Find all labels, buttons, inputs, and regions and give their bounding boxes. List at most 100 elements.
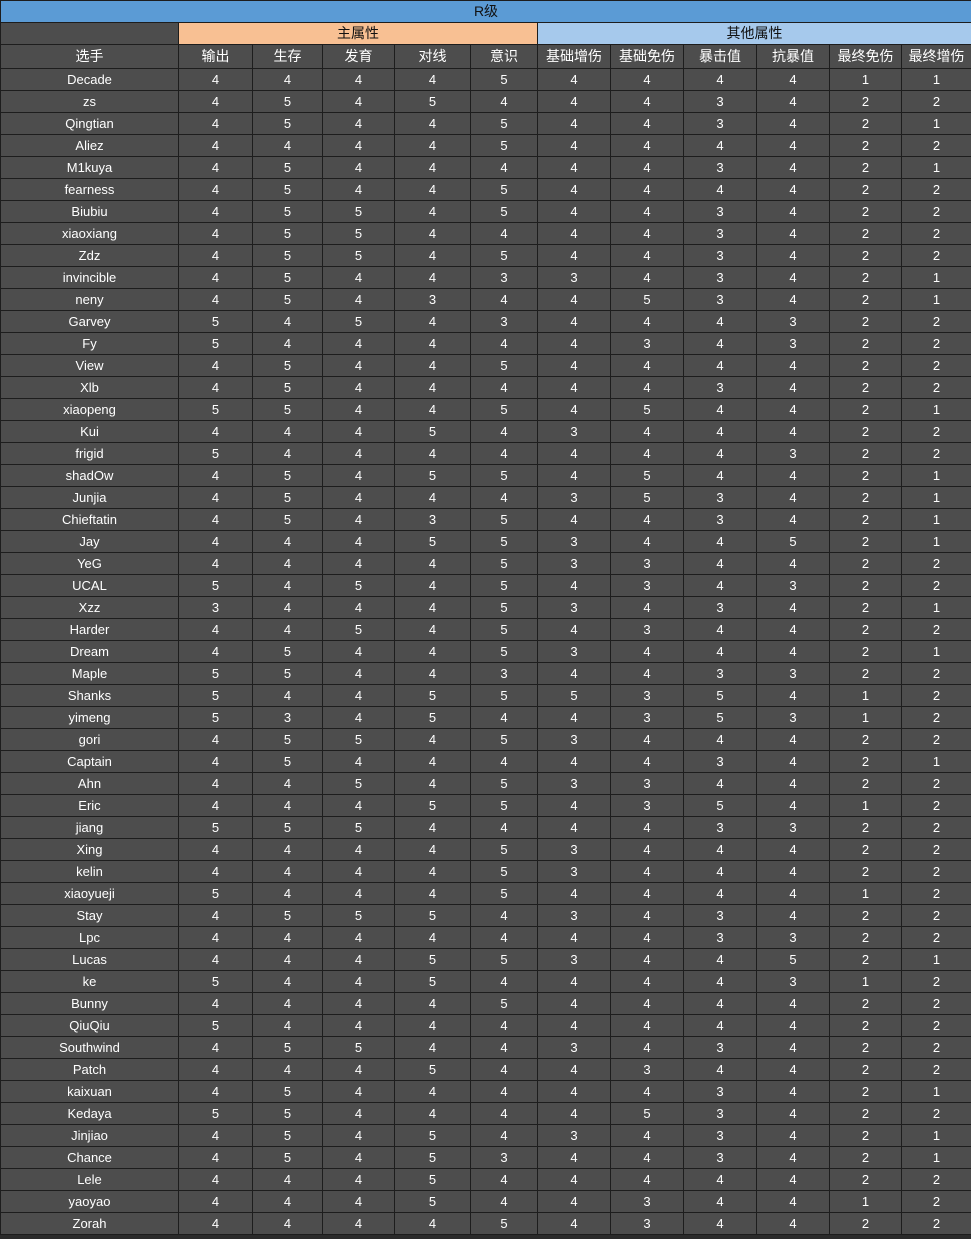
attribute-value-cell: 3	[610, 706, 684, 729]
attribute-value-cell: 5	[322, 772, 395, 795]
attribute-value-cell: 2	[829, 530, 902, 553]
attribute-value-cell: 3	[537, 596, 611, 619]
attribute-value-cell: 4	[683, 442, 757, 465]
attribute-value-cell: 5	[178, 706, 253, 729]
attribute-value-cell: 4	[537, 464, 611, 487]
attribute-value-cell: 3	[683, 662, 757, 685]
attribute-value-cell: 1	[901, 486, 971, 509]
attribute-value-cell: 5	[470, 112, 538, 135]
attribute-value-cell: 3	[537, 948, 611, 971]
table-row: Garvey 5 4 5 4 3 4 4 4 3 2 2	[0, 310, 971, 333]
attribute-value-cell: 2	[829, 486, 902, 509]
attribute-value-cell: 4	[610, 134, 684, 157]
attribute-value-cell: 4	[470, 442, 538, 465]
attribute-value-cell: 4	[537, 992, 611, 1015]
attribute-value-cell: 4	[322, 332, 395, 355]
attribute-value-cell: 3	[610, 684, 684, 707]
attribute-value-cell: 4	[394, 134, 471, 157]
attribute-value-cell: 4	[756, 1146, 830, 1169]
attribute-value-cell: 2	[829, 1212, 902, 1235]
attribute-value-cell: 4	[394, 442, 471, 465]
attribute-value-cell: 5	[394, 530, 471, 553]
attribute-value-cell: 3	[537, 1124, 611, 1147]
player-name-cell: Bunny	[0, 992, 179, 1015]
attribute-value-cell: 3	[683, 1146, 757, 1169]
attribute-value-cell: 4	[252, 596, 323, 619]
attribute-value-cell: 5	[683, 794, 757, 817]
attribute-value-cell: 2	[901, 904, 971, 927]
attribute-value-cell: 3	[683, 376, 757, 399]
attribute-value-cell: 4	[394, 222, 471, 245]
player-name-cell: Decade	[0, 68, 179, 91]
attribute-value-cell: 2	[829, 1102, 902, 1125]
attribute-value-cell: 4	[470, 904, 538, 927]
column-header-survival: 生存	[252, 44, 323, 69]
attribute-value-cell: 4	[470, 750, 538, 773]
table-row: Maple 5 5 4 4 3 4 4 3 3 2 2	[0, 662, 971, 685]
attribute-value-cell: 3	[756, 662, 830, 685]
attribute-value-cell: 5	[470, 838, 538, 861]
player-name-cell: zs	[0, 90, 179, 113]
attribute-value-cell: 4	[322, 662, 395, 685]
attribute-value-cell: 5	[252, 354, 323, 377]
player-name-cell: View	[0, 354, 179, 377]
attribute-value-cell: 4	[178, 1080, 253, 1103]
attribute-value-cell: 4	[470, 926, 538, 949]
attribute-value-cell: 4	[252, 134, 323, 157]
attribute-value-cell: 5	[470, 134, 538, 157]
attribute-value-cell: 5	[178, 882, 253, 905]
attribute-value-cell: 2	[901, 310, 971, 333]
attribute-value-cell: 5	[470, 794, 538, 817]
attribute-value-cell: 5	[470, 772, 538, 795]
attribute-value-cell: 4	[683, 640, 757, 663]
attribute-value-cell: 3	[610, 1212, 684, 1235]
attribute-value-cell: 4	[470, 1190, 538, 1213]
attribute-value-cell: 4	[322, 508, 395, 531]
attribute-value-cell: 3	[537, 552, 611, 575]
table-row: Captain 4 5 4 4 4 4 4 3 4 2 1	[0, 750, 971, 773]
attribute-value-cell: 2	[829, 838, 902, 861]
attribute-value-cell: 4	[756, 552, 830, 575]
attribute-value-cell: 2	[829, 596, 902, 619]
attribute-value-cell: 1	[901, 508, 971, 531]
attribute-value-cell: 4	[470, 156, 538, 179]
attribute-value-cell: 4	[610, 1080, 684, 1103]
attribute-value-cell: 5	[252, 1036, 323, 1059]
player-name-cell: fearness	[0, 178, 179, 201]
attribute-value-cell: 2	[829, 244, 902, 267]
attribute-value-cell: 4	[178, 508, 253, 531]
attribute-value-cell: 4	[683, 354, 757, 377]
attribute-value-cell: 2	[829, 552, 902, 575]
column-header-laning: 对线	[394, 44, 471, 69]
attribute-value-cell: 5	[610, 464, 684, 487]
attribute-value-cell: 5	[394, 464, 471, 487]
attribute-value-cell: 5	[252, 288, 323, 311]
attribute-value-cell: 4	[537, 310, 611, 333]
table-row: Harder 4 4 5 4 5 4 3 4 4 2 2	[0, 618, 971, 641]
attribute-value-cell: 4	[178, 68, 253, 91]
attribute-value-cell: 4	[252, 310, 323, 333]
attribute-value-cell: 4	[322, 90, 395, 113]
attribute-value-cell: 3	[683, 200, 757, 223]
table-row: Jay 4 4 4 5 5 3 4 4 5 2 1	[0, 530, 971, 553]
attribute-value-cell: 2	[901, 222, 971, 245]
attribute-value-cell: 4	[252, 794, 323, 817]
attribute-value-cell: 4	[610, 860, 684, 883]
attribute-value-cell: 4	[394, 618, 471, 641]
table-row: Xzz 3 4 4 4 5 3 4 3 4 2 1	[0, 596, 971, 619]
attribute-value-cell: 2	[829, 904, 902, 927]
attribute-value-cell: 4	[756, 1014, 830, 1037]
attribute-value-cell: 3	[683, 288, 757, 311]
attribute-value-cell: 3	[610, 552, 684, 575]
attribute-value-cell: 5	[470, 200, 538, 223]
attribute-value-cell: 3	[537, 486, 611, 509]
attribute-value-cell: 4	[322, 1058, 395, 1081]
attribute-value-cell: 4	[756, 882, 830, 905]
group-header-row: 主属性 其他属性	[0, 22, 971, 45]
attribute-value-cell: 5	[756, 948, 830, 971]
player-name-cell: Qingtian	[0, 112, 179, 135]
attribute-value-cell: 4	[537, 376, 611, 399]
attribute-value-cell: 4	[610, 200, 684, 223]
attribute-value-cell: 5	[394, 1168, 471, 1191]
attribute-value-cell: 3	[683, 1124, 757, 1147]
